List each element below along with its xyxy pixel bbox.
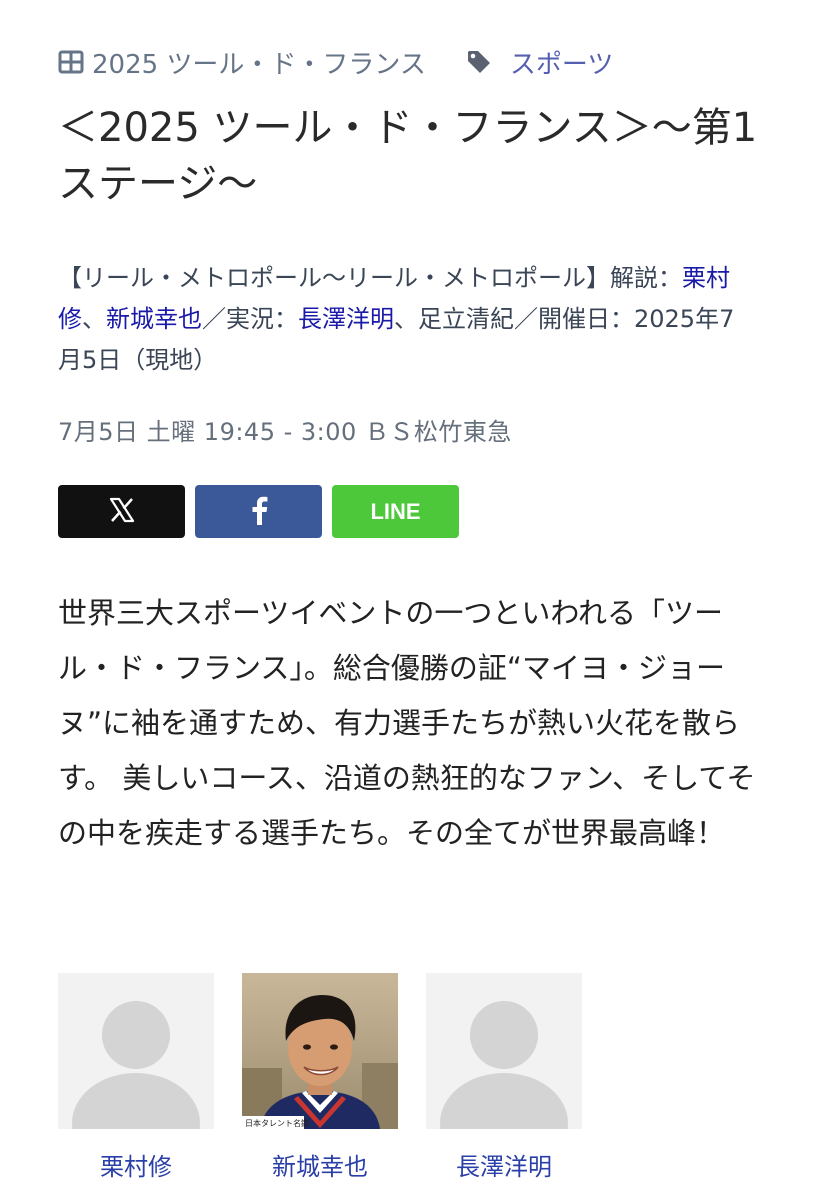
description-middle: ／実況： — [202, 305, 298, 333]
tag-link[interactable]: スポーツ — [466, 44, 613, 81]
tag-label: スポーツ — [509, 49, 614, 80]
cast-name: 栗村修 — [100, 1153, 172, 1181]
category-link[interactable]: 2025 ツール・ド・フランス — [58, 44, 426, 81]
announcer-link-1[interactable]: 長澤洋明 — [298, 305, 394, 333]
cast-name: 長澤洋明 — [456, 1153, 552, 1181]
share-buttons: LINE — [58, 485, 459, 538]
description-separator: 、 — [82, 305, 106, 333]
cast-name: 新城幸也 — [272, 1153, 368, 1181]
avatar-placeholder — [58, 973, 214, 1129]
category-label: 2025 ツール・ド・フランス — [92, 49, 426, 80]
x-logo-icon — [108, 496, 136, 528]
photo-credit: 日本タレント名鑑 — [245, 1118, 309, 1128]
description-prefix: 【リール・メトロポール～リール・メトロポール】解説： — [58, 264, 682, 292]
facebook-logo-icon — [249, 495, 269, 529]
cast-list: 栗村修 日本タレント名鑑 新城幸也 長澤洋明 — [58, 973, 582, 1182]
cast-card-arashiro[interactable]: 日本タレント名鑑 新城幸也 — [242, 973, 398, 1182]
tag-icon — [466, 49, 492, 75]
commentator-link-2[interactable]: 新城幸也 — [106, 305, 202, 333]
share-x-button[interactable] — [58, 485, 185, 538]
program-summary: 世界三大スポーツイベントの一つといわれる「ツール・ド・フランス」。総合優勝の証“… — [58, 596, 756, 850]
broadcast-info: 7月5日 土曜 19:45 - 3:00 ＢＳ松竹東急 — [58, 418, 512, 446]
share-line-button[interactable]: LINE — [332, 485, 459, 538]
line-button-label: LINE — [370, 498, 421, 524]
avatar-placeholder — [426, 973, 582, 1129]
cast-card-kurimura[interactable]: 栗村修 — [58, 973, 214, 1182]
cast-card-nagasawa[interactable]: 長澤洋明 — [426, 973, 582, 1182]
page-title: ＜2025 ツール・ド・フランス＞～第1ステージ～ — [58, 105, 758, 207]
grid-icon — [58, 49, 84, 75]
cast-portrait: 日本タレント名鑑 — [242, 973, 398, 1129]
meta-bar: 2025 ツール・ド・フランス スポーツ — [58, 42, 613, 82]
share-facebook-button[interactable] — [195, 485, 322, 538]
program-description: 【リール・メトロポール～リール・メトロポール】解説：栗村修、新城幸也／実況：長澤… — [58, 258, 758, 381]
